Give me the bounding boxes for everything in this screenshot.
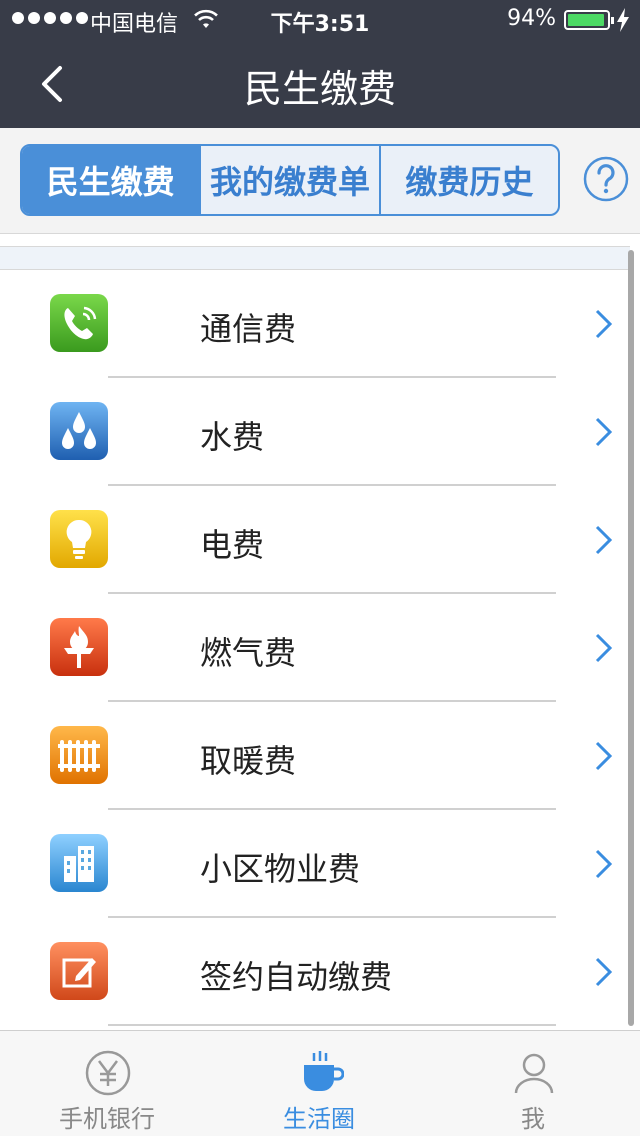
list-item-property[interactable]: 小区物业费 <box>0 810 626 918</box>
list-item-water[interactable]: 水费 <box>0 378 626 486</box>
segment-bar: 民生缴费 我的缴费单 缴费历史 <box>0 128 640 234</box>
divider <box>108 1024 556 1026</box>
list-item-label: 通信费 <box>200 310 297 348</box>
water-drops-icon <box>50 402 108 460</box>
chevron-right-icon <box>595 741 613 771</box>
list-item-telecom[interactable]: 通信费 <box>0 270 626 378</box>
tab-bar: 手机银行 生活圈 我 <box>0 1030 640 1136</box>
list-item-label: 取暖费 <box>200 742 297 780</box>
list-item-label: 水费 <box>200 418 265 456</box>
help-question-icon[interactable] <box>582 155 630 203</box>
list-item-auto-pay[interactable]: 签约自动缴费 <box>0 918 626 1026</box>
battery-percent: 94% <box>507 6 556 31</box>
list-item-label: 燃气费 <box>200 634 297 672</box>
list-item-label: 签约自动缴费 <box>200 958 393 996</box>
list-item-gas[interactable]: 燃气费 <box>0 594 626 702</box>
scrollbar[interactable] <box>628 250 634 1026</box>
list-item-heating[interactable]: 取暖费 <box>0 702 626 810</box>
tab-label: 手机银行 <box>59 1105 155 1133</box>
tab-label: 生活圈 <box>283 1105 355 1133</box>
chevron-right-icon <box>595 309 613 339</box>
segment-tab-1[interactable]: 民生缴费 <box>22 146 200 214</box>
top-bar: 中国电信 下午3:51 94% 民生缴费 <box>0 0 640 128</box>
building-icon <box>50 834 108 892</box>
segment-tab-2[interactable]: 我的缴费单 <box>199 146 378 214</box>
radiator-icon <box>50 726 108 784</box>
tab-mobile-banking[interactable]: 手机银行 <box>2 1031 212 1136</box>
segmented-control: 民生缴费 我的缴费单 缴费历史 <box>20 144 560 216</box>
status-bar: 中国电信 下午3:51 94% <box>0 0 640 40</box>
list-item-label: 电费 <box>200 526 265 564</box>
chevron-right-icon <box>595 633 613 663</box>
list-item-electricity[interactable]: 电费 <box>0 486 626 594</box>
coffee-cup-icon <box>304 1051 344 1091</box>
segment-tab-3[interactable]: 缴费历史 <box>378 146 558 214</box>
battery-icon <box>564 10 614 30</box>
chevron-right-icon <box>595 957 613 987</box>
list-item-label: 小区物业费 <box>200 850 361 888</box>
tab-label: 我 <box>521 1105 545 1133</box>
list-header-strip <box>0 246 630 270</box>
chevron-right-icon <box>595 417 613 447</box>
gas-flame-icon <box>50 618 108 676</box>
user-icon <box>514 1053 554 1094</box>
yen-icon <box>85 1050 131 1096</box>
tab-life-circle[interactable]: 生活圈 <box>214 1031 424 1136</box>
chevron-right-icon <box>595 525 613 555</box>
phone-icon <box>50 294 108 352</box>
tab-me[interactable]: 我 <box>428 1031 638 1136</box>
charging-icon <box>617 8 629 32</box>
edit-icon <box>50 942 108 1000</box>
chevron-right-icon <box>595 849 613 879</box>
page-title: 民生缴费 <box>243 67 396 111</box>
lightbulb-icon <box>50 510 108 568</box>
payment-list: 通信费 水费 电费 燃气费 取暖费 小区物业费 签约自动缴费 <box>0 270 626 1026</box>
navigation-bar: 民生缴费 <box>0 40 640 128</box>
